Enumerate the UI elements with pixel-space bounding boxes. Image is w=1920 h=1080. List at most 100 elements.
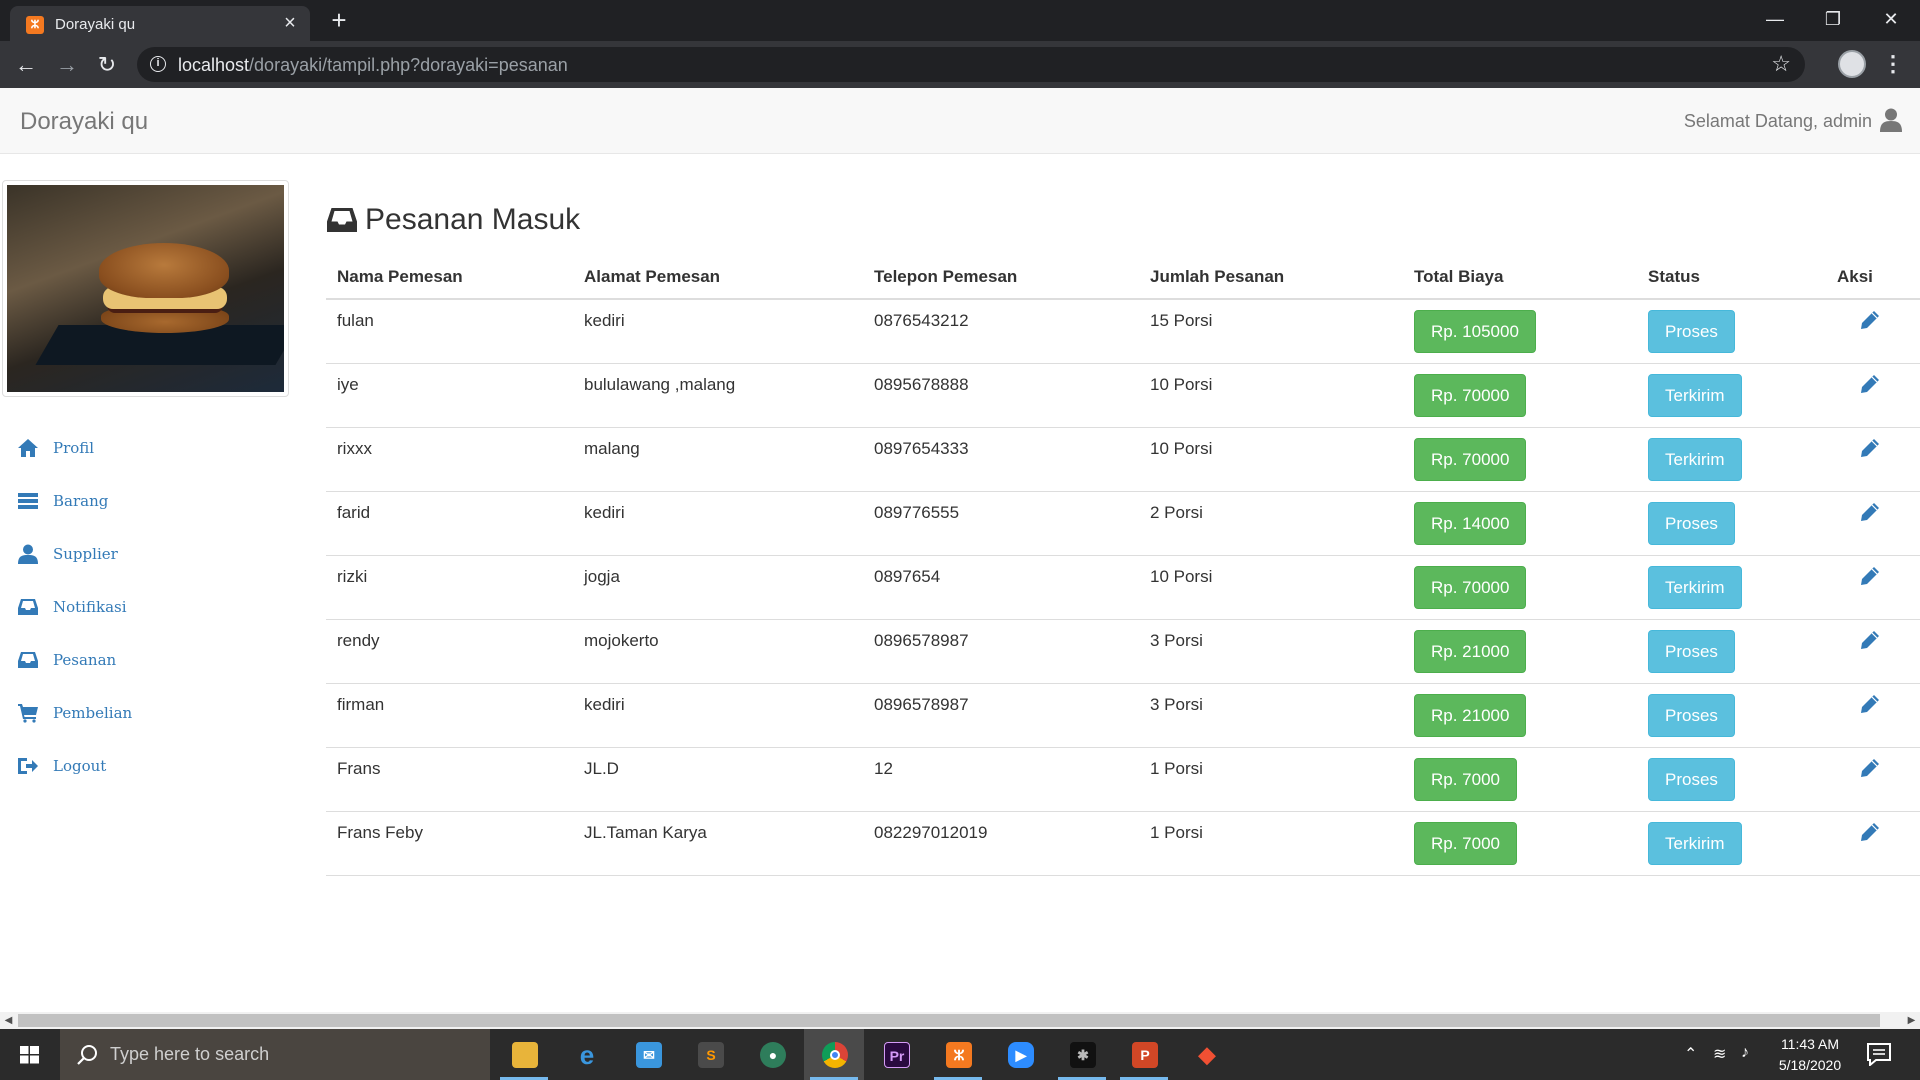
page-title-text: Pesanan Masuk bbox=[365, 203, 581, 236]
column-header: Total Biaya bbox=[1403, 255, 1637, 300]
restore-icon[interactable]: ❐ bbox=[1804, 0, 1862, 41]
url-path: /dorayaki/tampil.php?dorayaki=pesanan bbox=[249, 55, 568, 75]
url-text[interactable]: localhost/dorayaki/tampil.php?dorayaki=p… bbox=[178, 55, 568, 76]
scrollbar-thumb[interactable] bbox=[18, 1014, 1880, 1027]
tray-chevron-icon[interactable]: ⌃ bbox=[1684, 1044, 1697, 1064]
wifi-icon[interactable]: ≋ bbox=[1713, 1044, 1726, 1064]
status-button[interactable]: Terkirim bbox=[1648, 821, 1742, 865]
pencil-icon[interactable] bbox=[1860, 310, 1880, 330]
taskbar-edge[interactable]: e bbox=[556, 1029, 616, 1080]
taskbar-sublime[interactable]: S bbox=[680, 1029, 740, 1080]
cell-nama: iye bbox=[326, 363, 573, 428]
sidebar-item-label: Profil bbox=[53, 439, 95, 457]
taskbar-app[interactable]: ✱ bbox=[1052, 1029, 1112, 1080]
total-biaya-button[interactable]: Rp. 7000 bbox=[1414, 821, 1517, 865]
total-biaya-button[interactable]: Rp. 70000 bbox=[1414, 373, 1527, 417]
back-icon[interactable]: ← bbox=[11, 50, 41, 80]
cell-status: Terkirim bbox=[1637, 555, 1826, 620]
sidebar-item-notifikasi[interactable]: Notifikasi bbox=[0, 589, 290, 642]
status-button[interactable]: Proses bbox=[1648, 501, 1735, 545]
taskbar-zoom[interactable]: ▶ bbox=[990, 1029, 1050, 1080]
taskbar-search[interactable]: Type here to search bbox=[60, 1029, 490, 1080]
navbar-brand[interactable]: Dorayaki qu bbox=[20, 108, 148, 136]
cell-telepon: 0897654333 bbox=[863, 427, 1139, 492]
profile-avatar-icon[interactable] bbox=[1838, 50, 1866, 78]
site-info-icon[interactable]: i bbox=[150, 56, 166, 72]
sidebar-item-pembelian[interactable]: Pembelian bbox=[0, 695, 290, 748]
sidebar-item-profil[interactable]: Profil bbox=[0, 430, 290, 483]
cell-total: Rp. 21000 bbox=[1403, 619, 1637, 684]
cell-total: Rp. 70000 bbox=[1403, 555, 1637, 620]
windows-start-icon[interactable] bbox=[0, 1029, 60, 1080]
cell-telepon: 0895678888 bbox=[863, 363, 1139, 428]
cell-jumlah: 10 Porsi bbox=[1139, 555, 1403, 620]
chrome-menu-icon[interactable]: ⋮ bbox=[1882, 50, 1904, 80]
browser-tab[interactable]: ⵣ Dorayaki qu × bbox=[10, 6, 310, 41]
pencil-icon[interactable] bbox=[1860, 758, 1880, 778]
status-button[interactable]: Proses bbox=[1648, 693, 1735, 737]
taskbar-chrome[interactable] bbox=[804, 1029, 864, 1080]
total-biaya-button[interactable]: Rp. 21000 bbox=[1414, 693, 1527, 737]
taskbar-powerpoint[interactable]: P bbox=[1114, 1029, 1174, 1080]
sidebar-item-logout[interactable]: Logout bbox=[0, 748, 290, 801]
taskbar-git[interactable]: ◆ bbox=[1176, 1029, 1236, 1080]
sidebar-item-supplier[interactable]: Supplier bbox=[0, 536, 290, 589]
user-icon[interactable] bbox=[1880, 108, 1902, 132]
total-biaya-button[interactable]: Rp. 14000 bbox=[1414, 501, 1527, 545]
sidebar-nav: Profil Barang Supplier Notifikasi Pesana… bbox=[0, 430, 290, 801]
cell-aksi bbox=[1826, 619, 1920, 684]
new-tab-icon[interactable]: + bbox=[325, 6, 353, 34]
status-button[interactable]: Proses bbox=[1648, 310, 1735, 353]
taskbar-clock[interactable]: 11:43 AM 5/18/2020 bbox=[1765, 1034, 1855, 1076]
bookmark-star-icon[interactable]: ☆ bbox=[1771, 51, 1791, 77]
address-bar[interactable]: i localhost/dorayaki/tampil.php?dorayaki… bbox=[137, 47, 1805, 82]
pencil-icon[interactable] bbox=[1860, 438, 1880, 458]
scroll-left-icon[interactable]: ◀ bbox=[0, 1012, 17, 1029]
sidebar-item-barang[interactable]: Barang bbox=[0, 483, 290, 536]
table-row: rizki jogja 0897654 10 Porsi Rp. 70000 Terkir… bbox=[326, 555, 1920, 620]
status-button[interactable]: Terkirim bbox=[1648, 437, 1742, 481]
horizontal-scrollbar[interactable]: ◀ ▶ bbox=[0, 1012, 1920, 1029]
cell-telepon: 0897654 bbox=[863, 555, 1139, 620]
forward-icon[interactable]: → bbox=[52, 50, 82, 80]
minimize-icon[interactable]: — bbox=[1746, 0, 1804, 41]
total-biaya-button[interactable]: Rp. 105000 bbox=[1414, 310, 1536, 353]
status-button[interactable]: Proses bbox=[1648, 757, 1735, 801]
chrome-icon bbox=[822, 1042, 848, 1068]
cell-jumlah: 3 Porsi bbox=[1139, 619, 1403, 684]
total-biaya-button[interactable]: Rp. 70000 bbox=[1414, 565, 1527, 609]
reload-icon[interactable]: ↻ bbox=[92, 50, 122, 80]
status-button[interactable]: Terkirim bbox=[1648, 373, 1742, 417]
table-row: rixxx malang 0897654333 10 Porsi Rp. 70000 Te… bbox=[326, 427, 1920, 492]
taskbar-maps[interactable]: ● bbox=[742, 1029, 802, 1080]
pencil-icon[interactable] bbox=[1860, 822, 1880, 842]
scroll-right-icon[interactable]: ▶ bbox=[1903, 1012, 1920, 1029]
total-biaya-button[interactable]: Rp. 7000 bbox=[1414, 757, 1517, 801]
zoom-camera-icon: ▶ bbox=[1008, 1042, 1034, 1068]
xampp-favicon-icon: ⵣ bbox=[26, 16, 44, 34]
taskbar-xampp[interactable]: ⵣ bbox=[928, 1029, 988, 1080]
taskbar-premiere[interactable]: Pr bbox=[866, 1029, 926, 1080]
total-biaya-button[interactable]: Rp. 70000 bbox=[1414, 437, 1527, 481]
total-biaya-button[interactable]: Rp. 21000 bbox=[1414, 629, 1527, 673]
pencil-icon[interactable] bbox=[1860, 566, 1880, 586]
volume-icon[interactable]: ♪ bbox=[1741, 1044, 1749, 1062]
taskbar-file-explorer[interactable] bbox=[494, 1029, 554, 1080]
pencil-icon[interactable] bbox=[1860, 374, 1880, 394]
sidebar-item-label: Logout bbox=[53, 757, 107, 775]
tab-close-icon[interactable]: × bbox=[280, 13, 300, 33]
pencil-icon[interactable] bbox=[1860, 694, 1880, 714]
cell-telepon: 0876543212 bbox=[863, 299, 1139, 364]
status-button[interactable]: Terkirim bbox=[1648, 565, 1742, 609]
terminal-icon: ✱ bbox=[1070, 1042, 1096, 1068]
pencil-icon[interactable] bbox=[1860, 630, 1880, 650]
sidebar-item-pesanan[interactable]: Pesanan bbox=[0, 642, 290, 695]
action-center-icon[interactable] bbox=[1866, 1042, 1892, 1066]
window-close-icon[interactable]: ✕ bbox=[1862, 0, 1920, 41]
pencil-icon[interactable] bbox=[1860, 502, 1880, 522]
taskbar-mail[interactable]: ✉ bbox=[618, 1029, 678, 1080]
status-button[interactable]: Proses bbox=[1648, 629, 1735, 673]
cell-alamat: mojokerto bbox=[573, 619, 863, 684]
cell-total: Rp. 14000 bbox=[1403, 491, 1637, 556]
cell-aksi bbox=[1826, 747, 1920, 812]
